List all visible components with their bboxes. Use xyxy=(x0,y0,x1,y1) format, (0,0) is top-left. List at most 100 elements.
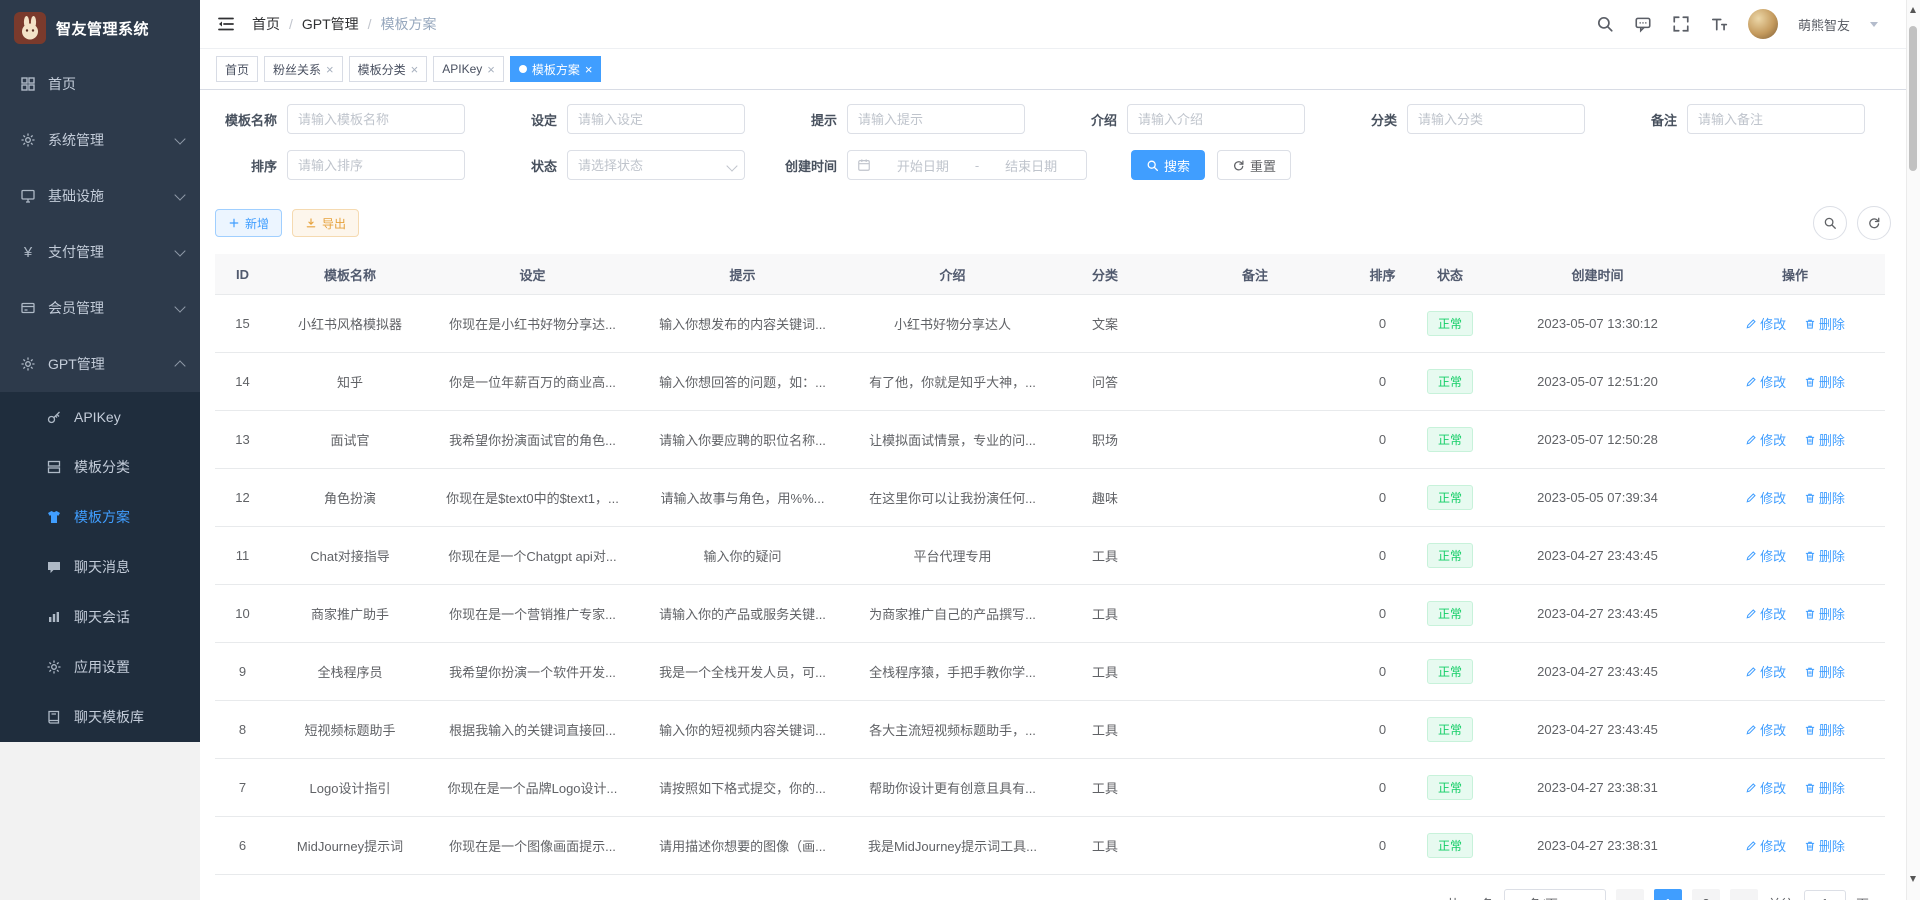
sort-input[interactable] xyxy=(287,150,465,180)
sidebar-item-payment[interactable]: ¥ 支付管理 xyxy=(0,224,200,280)
close-icon[interactable]: × xyxy=(585,63,593,76)
status-badge: 正常 xyxy=(1427,427,1473,452)
chevron-up-icon xyxy=(174,360,185,371)
chevron-down-icon[interactable] xyxy=(1870,22,1878,27)
username[interactable]: 萌熊智友 xyxy=(1798,15,1850,34)
edit-link[interactable]: 修改 xyxy=(1745,546,1786,565)
table-row: 10 商家推广助手 你现在是一个营销推广专家... 请输入你的产品或服务关键..… xyxy=(215,585,1885,643)
page-2-button[interactable]: 2 xyxy=(1692,889,1720,900)
sidebar-item-system[interactable]: 系统管理 xyxy=(0,112,200,168)
cell-setting: 你现在是小红书好物分享达... xyxy=(430,295,635,353)
gear-icon xyxy=(20,356,36,372)
cell-id: 12 xyxy=(215,469,270,527)
edit-link[interactable]: 修改 xyxy=(1745,836,1786,855)
delete-link[interactable]: 删除 xyxy=(1804,604,1845,623)
sidebar-item-label: 模板分类 xyxy=(74,457,130,477)
delete-link[interactable]: 删除 xyxy=(1804,314,1845,333)
delete-link[interactable]: 删除 xyxy=(1804,778,1845,797)
sidebar-item-apikey[interactable]: APIKey xyxy=(0,392,200,442)
edit-link[interactable]: 修改 xyxy=(1745,314,1786,333)
scrollbar[interactable] xyxy=(1906,0,1920,900)
tab-template-category[interactable]: 模板分类 × xyxy=(349,56,428,82)
search-button[interactable]: 搜索 xyxy=(1131,150,1205,180)
filter-input[interactable] xyxy=(847,104,1025,134)
close-icon[interactable]: × xyxy=(411,63,419,76)
next-page-button[interactable]: › xyxy=(1730,889,1758,900)
breadcrumb-home[interactable]: 首页 xyxy=(252,14,280,34)
close-icon[interactable]: × xyxy=(326,63,334,76)
sidebar-item-chat-message[interactable]: 聊天消息 xyxy=(0,542,200,592)
edit-link[interactable]: 修改 xyxy=(1745,720,1786,739)
search-icon xyxy=(1823,216,1837,230)
edit-link[interactable]: 修改 xyxy=(1745,778,1786,797)
reset-button[interactable]: 重置 xyxy=(1217,150,1291,180)
edit-link[interactable]: 修改 xyxy=(1745,372,1786,391)
date-end-placeholder[interactable]: 结束日期 xyxy=(985,156,1077,175)
filter-label: 分类 xyxy=(1335,110,1407,129)
goto-page-input[interactable] xyxy=(1804,890,1846,900)
sidebar-item-chat-template-library[interactable]: 聊天模板库 xyxy=(0,692,200,742)
scroll-up-icon[interactable] xyxy=(1910,7,1916,13)
font-size-icon[interactable] xyxy=(1710,15,1728,33)
cell-intro: 有了他，你就是知乎大神，... xyxy=(850,353,1055,411)
sidebar-collapse-icon[interactable] xyxy=(216,14,236,34)
cell-category: 工具 xyxy=(1055,585,1155,643)
cell-setting: 根据我输入的关键词直接回... xyxy=(430,701,635,759)
filter-input[interactable] xyxy=(567,104,745,134)
filter-input[interactable] xyxy=(1407,104,1585,134)
book-icon xyxy=(46,709,62,725)
col-actions: 操作 xyxy=(1705,254,1885,295)
page-1-button[interactable]: 1 xyxy=(1654,889,1682,900)
sidebar-item-template-category[interactable]: 模板分类 xyxy=(0,442,200,492)
refresh-table-button[interactable] xyxy=(1857,206,1891,240)
date-range-picker[interactable]: 开始日期 - 结束日期 xyxy=(847,150,1087,180)
delete-link[interactable]: 删除 xyxy=(1804,488,1845,507)
delete-link[interactable]: 删除 xyxy=(1804,546,1845,565)
cell-sort: 0 xyxy=(1355,585,1410,643)
delete-link[interactable]: 删除 xyxy=(1804,836,1845,855)
filter-input[interactable] xyxy=(1687,104,1865,134)
cell-sort: 0 xyxy=(1355,469,1410,527)
delete-link[interactable]: 删除 xyxy=(1804,662,1845,681)
edit-link[interactable]: 修改 xyxy=(1745,488,1786,507)
sidebar-item-gpt[interactable]: GPT管理 xyxy=(0,336,200,392)
message-icon[interactable] xyxy=(1634,15,1652,33)
scroll-down-icon[interactable] xyxy=(1910,876,1916,882)
export-button[interactable]: 导出 xyxy=(292,209,359,237)
delete-link[interactable]: 删除 xyxy=(1804,430,1845,449)
close-icon[interactable]: × xyxy=(487,63,495,76)
tab-fans[interactable]: 粉丝关系 × xyxy=(264,56,343,82)
sidebar-item-member[interactable]: 会员管理 xyxy=(0,280,200,336)
prev-page-button[interactable]: ‹ xyxy=(1616,889,1644,900)
page-size-select[interactable]: 10条/页 xyxy=(1504,889,1606,900)
tab-home[interactable]: 首页 xyxy=(216,56,258,82)
cell-intro: 帮助你设计更有创意且具有... xyxy=(850,759,1055,817)
edit-link[interactable]: 修改 xyxy=(1745,604,1786,623)
delete-link[interactable]: 删除 xyxy=(1804,372,1845,391)
filter-input[interactable] xyxy=(1127,104,1305,134)
date-start-placeholder[interactable]: 开始日期 xyxy=(877,156,969,175)
sidebar-item-template-plan[interactable]: 模板方案 xyxy=(0,492,200,542)
status-badge: 正常 xyxy=(1427,311,1473,336)
user-avatar[interactable] xyxy=(1748,9,1778,39)
edit-link[interactable]: 修改 xyxy=(1745,430,1786,449)
delete-link[interactable]: 删除 xyxy=(1804,720,1845,739)
search-icon[interactable] xyxy=(1596,15,1614,33)
sidebar-item-home[interactable]: 首页 xyxy=(0,56,200,112)
status-badge: 正常 xyxy=(1427,833,1473,858)
tab-template-plan[interactable]: 模板方案 × xyxy=(510,56,602,82)
fullscreen-icon[interactable] xyxy=(1672,15,1690,33)
toggle-search-button[interactable] xyxy=(1813,206,1847,240)
scrollbar-thumb[interactable] xyxy=(1909,26,1917,171)
edit-link[interactable]: 修改 xyxy=(1745,662,1786,681)
add-button[interactable]: 新增 xyxy=(215,209,282,237)
sidebar-item-app-settings[interactable]: 应用设置 xyxy=(0,642,200,692)
cell-setting: 你现在是一个图像画面提示... xyxy=(430,817,635,875)
filter-input[interactable] xyxy=(287,104,465,134)
tab-apikey[interactable]: APIKey × xyxy=(433,56,504,82)
sidebar-item-infrastructure[interactable]: 基础设施 xyxy=(0,168,200,224)
sidebar-item-chat-session[interactable]: 聊天会话 xyxy=(0,592,200,642)
breadcrumb-gpt[interactable]: GPT管理 xyxy=(302,14,359,34)
status-select-value[interactable] xyxy=(567,150,745,180)
status-select[interactable] xyxy=(567,150,745,180)
